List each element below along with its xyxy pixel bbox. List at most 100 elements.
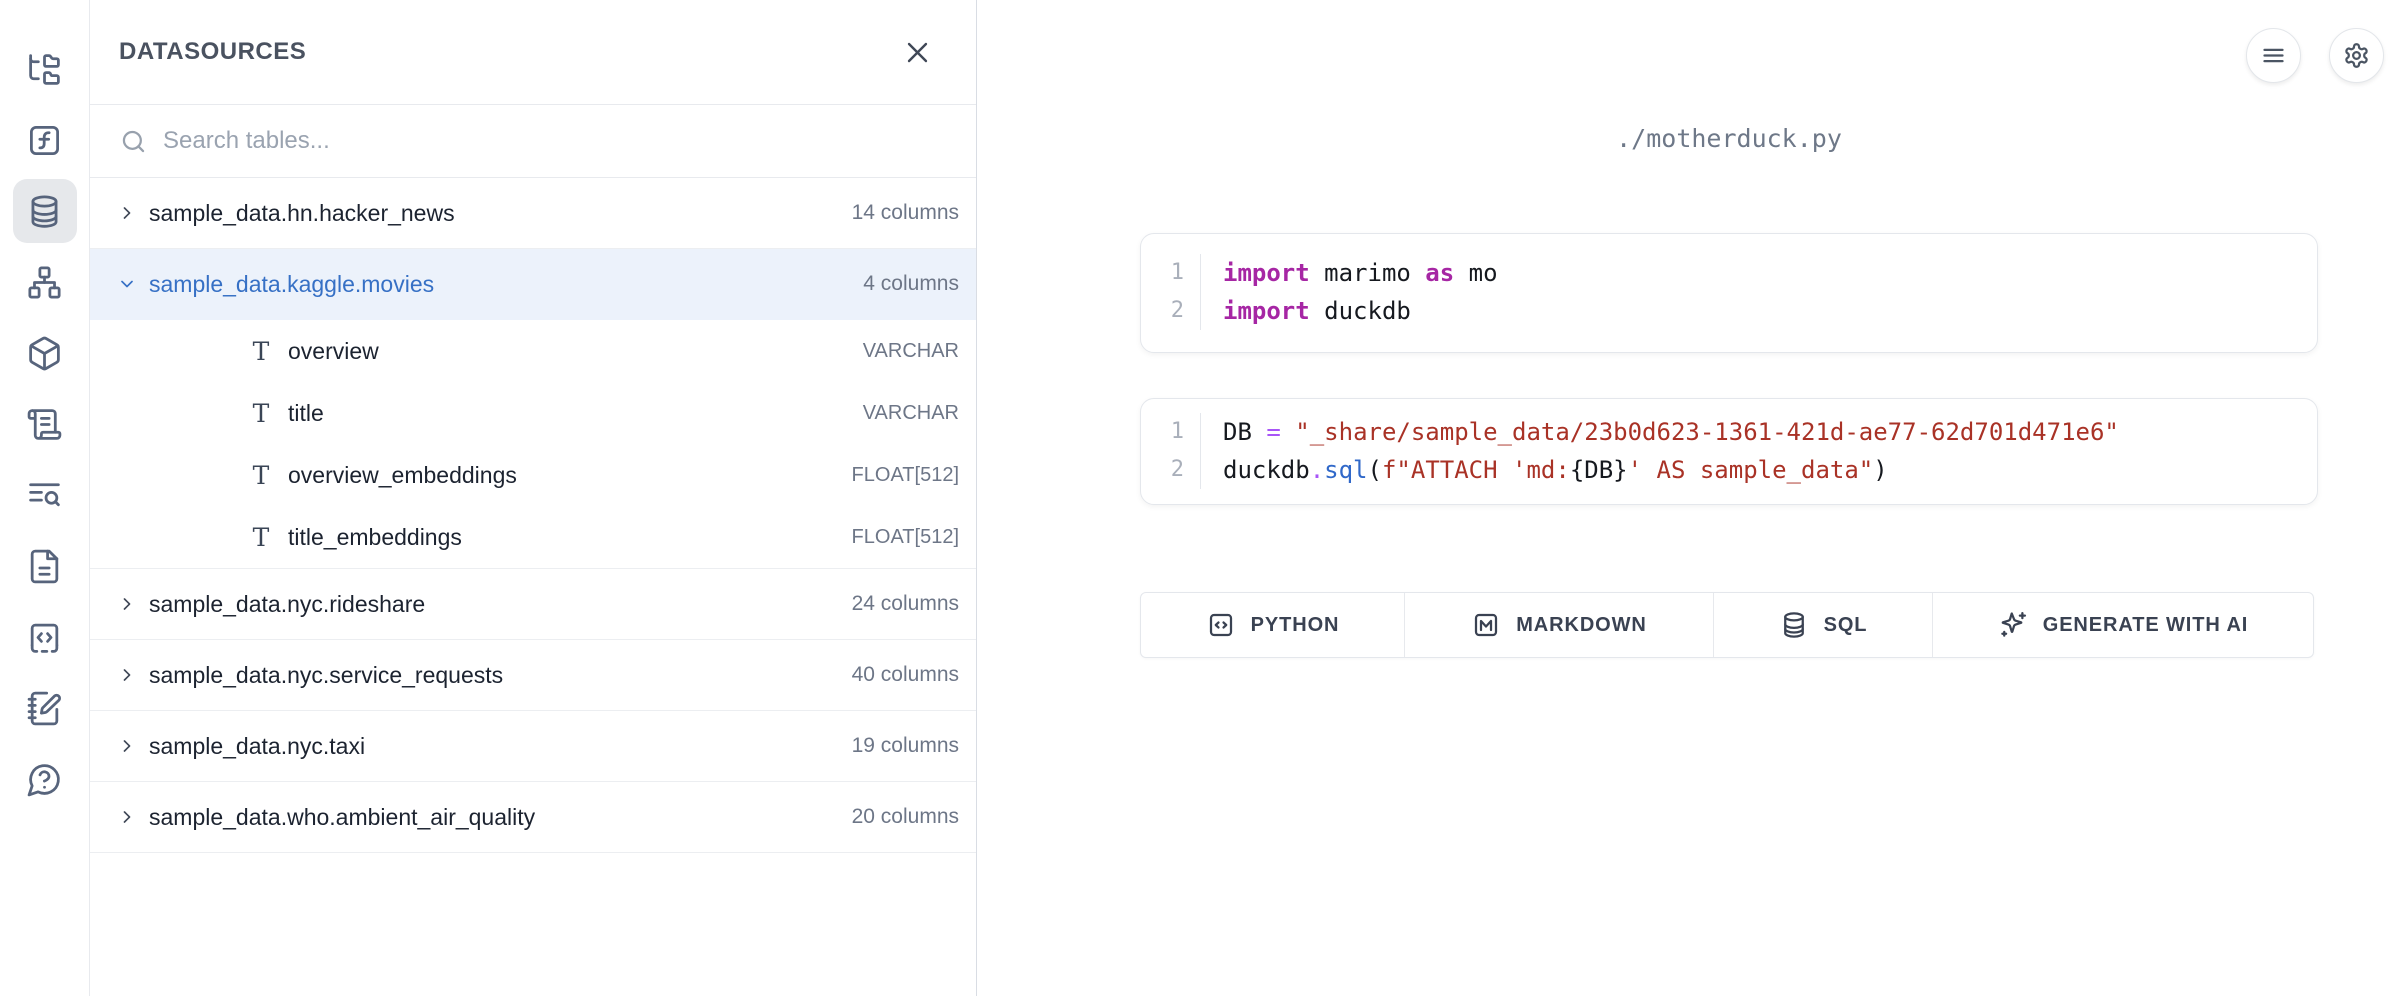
add-sql-label: SQL	[1824, 614, 1868, 637]
file-text-icon	[26, 548, 63, 585]
sidebar-item-documentation[interactable]	[13, 534, 77, 598]
text-type-icon: T	[250, 523, 272, 552]
notebook-area: ./motherduck.py 1import marimo as mo2imp…	[977, 0, 2399, 996]
table-column-count: 19 columns	[852, 734, 959, 758]
column-name: overview	[288, 338, 379, 365]
table-row-kaggle-movies[interactable]: sample_data.kaggle.movies 4 columns	[90, 249, 976, 320]
chevron-right-icon	[117, 203, 137, 223]
database-icon	[26, 193, 63, 230]
sidebar-item-scratchpad[interactable]	[13, 676, 77, 740]
sparkles-icon	[1998, 610, 2028, 640]
code-line: 1import marimo as mo	[1141, 254, 2317, 292]
add-python-cell-button[interactable]: PYTHON	[1141, 593, 1405, 657]
code-snippet-icon	[26, 619, 63, 656]
column-name: overview_embeddings	[288, 462, 517, 489]
top-right-controls	[2246, 28, 2384, 83]
table-columns-list: T overview VARCHAR T title VARCHAR T ove…	[90, 320, 976, 569]
column-type: FLOAT[512]	[852, 526, 959, 549]
table-row-nyc-rideshare[interactable]: sample_data.nyc.rideshare 24 columns	[90, 569, 976, 640]
code-cell-imports[interactable]: 1import marimo as mo2import duckdb	[1140, 233, 2318, 353]
table-row-who-ambient-air-quality[interactable]: sample_data.who.ambient_air_quality 20 c…	[90, 782, 976, 853]
column-type: FLOAT[512]	[852, 464, 959, 487]
hamburger-menu-icon	[2260, 42, 2287, 69]
folder-tree-icon	[26, 51, 63, 88]
table-row-nyc-taxi[interactable]: sample_data.nyc.taxi 19 columns	[90, 711, 976, 782]
table-row-nyc-service-requests[interactable]: sample_data.nyc.service_requests 40 colu…	[90, 640, 976, 711]
table-column-count: 40 columns	[852, 663, 959, 687]
search-tables-input[interactable]	[163, 127, 960, 155]
column-name: title_embeddings	[288, 524, 462, 551]
add-python-label: PYTHON	[1251, 614, 1340, 637]
table-name: sample_data.kaggle.movies	[149, 271, 434, 298]
close-panel-button[interactable]	[899, 34, 936, 71]
sidebar-item-file-explorer[interactable]	[13, 37, 77, 101]
chevron-right-icon	[117, 807, 137, 827]
column-row[interactable]: T overview_embeddings FLOAT[512]	[90, 444, 976, 506]
table-name: sample_data.nyc.taxi	[149, 733, 365, 760]
scroll-text-icon	[26, 406, 63, 443]
panel-header: DATASOURCES	[90, 0, 976, 105]
sidebar-item-tracebacks[interactable]	[13, 463, 77, 527]
line-number: 1	[1141, 254, 1201, 292]
add-sql-cell-button[interactable]: SQL	[1714, 593, 1933, 657]
notebook-pen-icon	[26, 690, 63, 727]
table-name: sample_data.who.ambient_air_quality	[149, 804, 535, 831]
chevron-right-icon	[117, 736, 137, 756]
table-column-count: 4 columns	[863, 272, 959, 296]
table-column-count: 20 columns	[852, 805, 959, 829]
column-row[interactable]: T title_embeddings FLOAT[512]	[90, 506, 976, 568]
panel-title: DATASOURCES	[119, 38, 306, 66]
table-column-count: 24 columns	[852, 592, 959, 616]
code-cell-attach-db[interactable]: 1DB = "_share/sample_data/23b0d623-1361-…	[1140, 398, 2318, 505]
notebook-filename: ./motherduck.py	[1140, 124, 2318, 153]
column-row[interactable]: T title VARCHAR	[90, 382, 976, 444]
chevron-down-icon	[117, 274, 137, 294]
list-search-icon	[26, 477, 63, 514]
code-content[interactable]: duckdb.sql(f"ATTACH 'md:{DB}' AS sample_…	[1201, 451, 1888, 489]
table-column-count: 14 columns	[852, 201, 959, 225]
datasources-panel: DATASOURCES sample_data.hn.hacker_news 1…	[90, 0, 977, 996]
sidebar-item-dependencies[interactable]	[13, 250, 77, 314]
column-type: VARCHAR	[863, 340, 959, 363]
table-name: sample_data.nyc.service_requests	[149, 662, 503, 689]
gear-icon	[2343, 42, 2370, 69]
icon-sidebar	[0, 0, 90, 996]
add-markdown-cell-button[interactable]: MARKDOWN	[1405, 593, 1714, 657]
settings-button[interactable]	[2329, 28, 2384, 83]
markdown-square-icon	[1471, 610, 1501, 640]
chevron-right-icon	[117, 665, 137, 685]
line-number: 2	[1141, 451, 1201, 489]
line-number: 1	[1141, 413, 1201, 451]
table-name: sample_data.nyc.rideshare	[149, 591, 425, 618]
code-content[interactable]: import marimo as mo	[1201, 254, 1498, 292]
search-icon	[120, 128, 147, 155]
code-line: 2duckdb.sql(f"ATTACH 'md:{DB}' AS sample…	[1141, 451, 2317, 489]
sidebar-item-help[interactable]	[13, 747, 77, 811]
function-square-icon	[26, 122, 63, 159]
text-type-icon: T	[250, 337, 272, 366]
help-bubble-icon	[26, 761, 63, 798]
column-name: title	[288, 400, 324, 427]
code-square-icon	[1206, 610, 1236, 640]
network-icon	[26, 264, 63, 301]
database-icon	[1779, 610, 1809, 640]
column-row[interactable]: T overview VARCHAR	[90, 320, 976, 382]
text-type-icon: T	[250, 461, 272, 490]
sidebar-item-logs[interactable]	[13, 392, 77, 456]
table-row-hacker-news[interactable]: sample_data.hn.hacker_news 14 columns	[90, 178, 976, 249]
text-type-icon: T	[250, 399, 272, 428]
code-content[interactable]: import duckdb	[1201, 292, 1411, 330]
menu-button[interactable]	[2246, 28, 2301, 83]
add-cell-toolbar: PYTHON MARKDOWN SQL GENERATE WITH AI	[1140, 592, 2314, 658]
sidebar-item-datasources[interactable]	[13, 179, 77, 243]
search-bar	[90, 105, 976, 178]
code-content[interactable]: DB = "_share/sample_data/23b0d623-1361-4…	[1201, 413, 2119, 451]
sidebar-item-packages[interactable]	[13, 321, 77, 385]
code-line: 1DB = "_share/sample_data/23b0d623-1361-…	[1141, 413, 2317, 451]
sidebar-item-snippets[interactable]	[13, 605, 77, 669]
generate-with-ai-button[interactable]: GENERATE WITH AI	[1933, 593, 2313, 657]
line-number: 2	[1141, 292, 1201, 330]
column-type: VARCHAR	[863, 402, 959, 425]
sidebar-item-variables[interactable]	[13, 108, 77, 172]
table-name: sample_data.hn.hacker_news	[149, 200, 455, 227]
